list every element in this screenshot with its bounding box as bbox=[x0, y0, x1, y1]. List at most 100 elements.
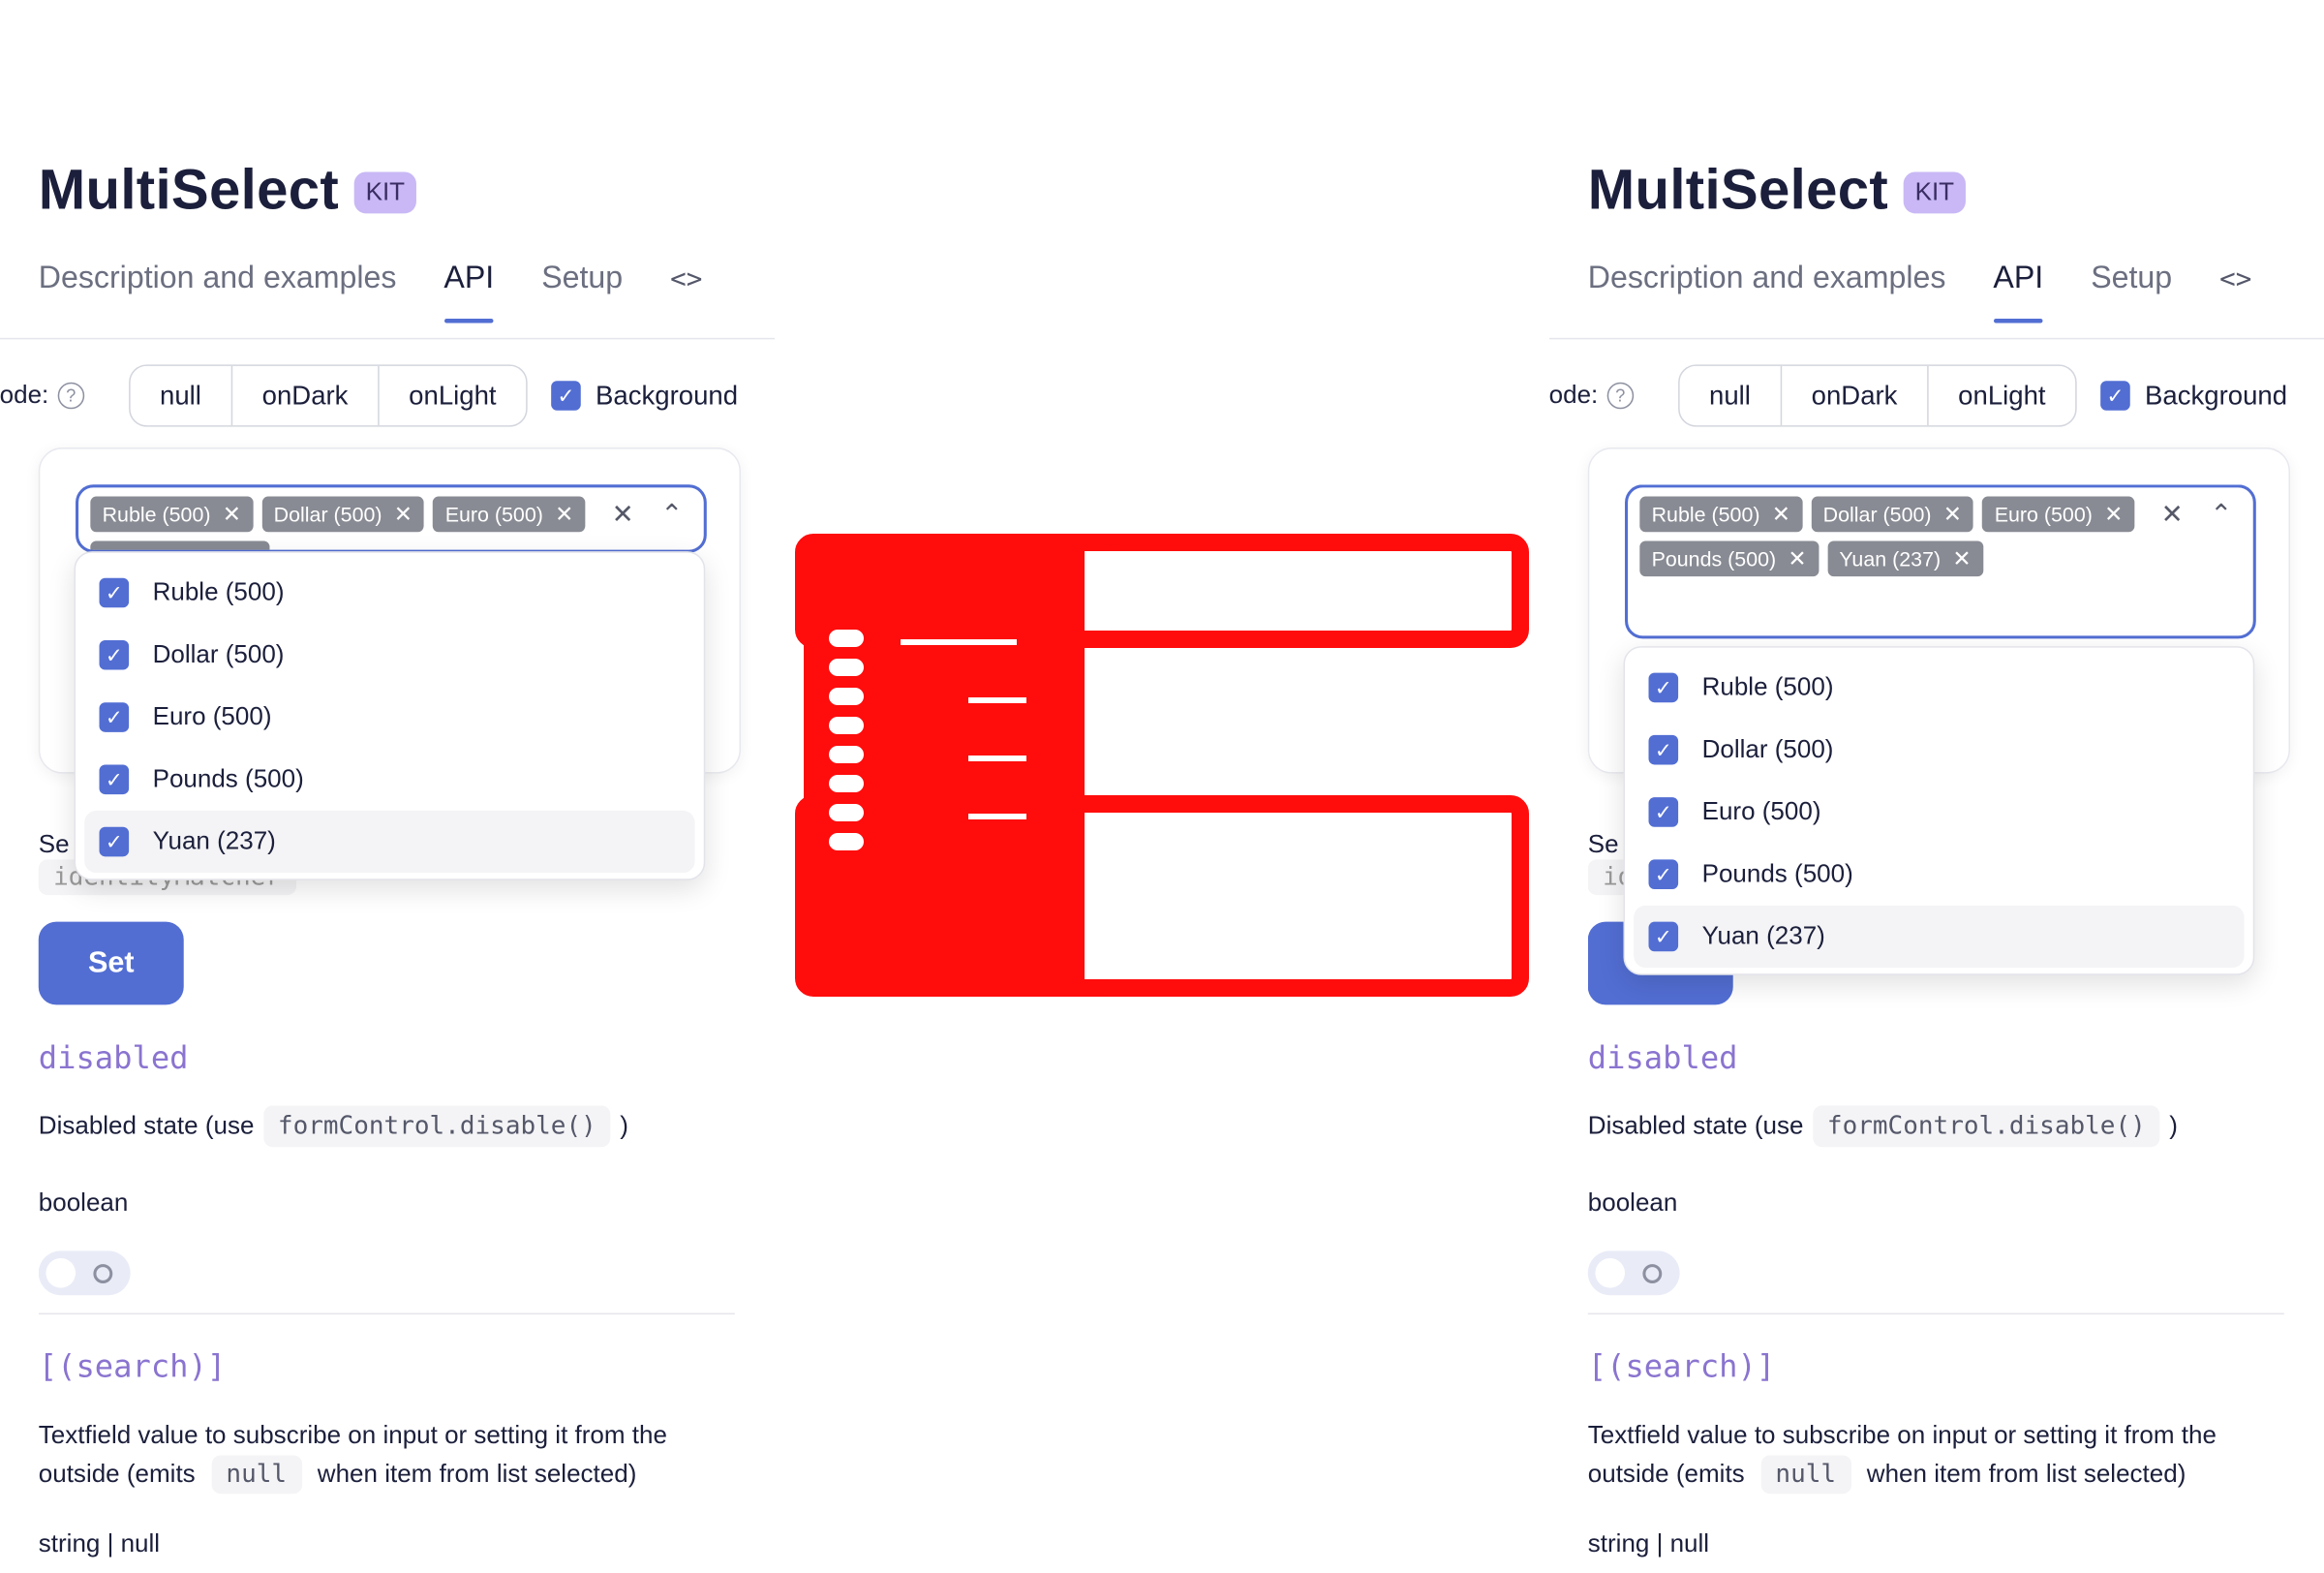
help-icon[interactable]: ? bbox=[57, 382, 85, 410]
option-dollar[interactable]: ✓ Dollar (500) bbox=[1634, 719, 2244, 781]
checkbox-checked-icon: ✓ bbox=[1648, 797, 1679, 827]
disabled-desc-code: formControl.disable() bbox=[262, 1105, 612, 1148]
chip-ruble: Ruble (500) ✕ bbox=[90, 496, 254, 533]
disabled-description: Disabled state (use formControl.disable(… bbox=[1587, 1105, 2178, 1148]
tab-setup[interactable]: Setup bbox=[541, 261, 623, 314]
options-dropdown: ✓ Ruble (500) ✓ Dollar (500) ✓ Euro (500) ✓… bbox=[74, 551, 706, 880]
chip-ruble: Ruble (500) ✕ bbox=[1639, 496, 1803, 533]
options-dropdown: ✓ Ruble (500) ✓ Dollar (500) ✓ Euro (500) ✓… bbox=[1623, 646, 2255, 975]
checkbox-checked-icon: ✓ bbox=[1648, 672, 1679, 703]
mode-option-ondark[interactable]: onDark bbox=[1782, 365, 1929, 426]
mode-label: lode: bbox=[1549, 381, 1599, 410]
code-icon[interactable]: <> bbox=[670, 263, 702, 312]
option-pounds[interactable]: ✓ Pounds (500) bbox=[1634, 844, 2244, 906]
chip-remove-icon[interactable]: ✕ bbox=[223, 501, 241, 528]
kit-badge: KIT bbox=[353, 170, 417, 213]
option-euro[interactable]: ✓ Euro (500) bbox=[84, 686, 694, 748]
tab-description[interactable]: Description and examples bbox=[39, 261, 397, 314]
checkbox-checked-icon: ✓ bbox=[99, 702, 130, 732]
option-yuan[interactable]: ✓ Yuan (237) bbox=[1634, 905, 2245, 969]
background-checkbox[interactable]: ✓ Background bbox=[551, 380, 738, 411]
prop-search: [(search)] bbox=[38, 1348, 227, 1385]
chip-remove-icon[interactable]: ✕ bbox=[2104, 501, 2123, 528]
kit-badge: KIT bbox=[1903, 170, 1967, 213]
search-desc-code: null bbox=[1760, 1455, 1851, 1495]
prop-search: [(search)] bbox=[1587, 1348, 1776, 1385]
clear-icon[interactable]: ✕ bbox=[612, 500, 634, 531]
toggle-off-icon bbox=[1642, 1264, 1663, 1283]
disabled-desc-code: formControl.disable() bbox=[1812, 1105, 2161, 1148]
multiselect-field[interactable]: Ruble (500)✕ Dollar (500)✕ Euro (500)✕ P… bbox=[1625, 484, 2256, 639]
page-title: MultiSelect bbox=[38, 160, 340, 223]
diff-overlay bbox=[795, 534, 1529, 997]
disabled-desc-tail: ) bbox=[2169, 1111, 2178, 1140]
mode-option-ondark[interactable]: onDark bbox=[232, 365, 380, 426]
chevron-up-icon[interactable]: ⌃ bbox=[660, 500, 683, 531]
chip-euro: Euro (500) ✕ bbox=[1982, 496, 2135, 533]
tab-api[interactable]: API bbox=[1993, 261, 2043, 324]
option-euro[interactable]: ✓ Euro (500) bbox=[1634, 781, 2244, 843]
background-checkbox[interactable]: ✓ Background bbox=[2100, 380, 2287, 411]
option-dollar[interactable]: ✓ Dollar (500) bbox=[84, 624, 694, 686]
background-label: Background bbox=[596, 380, 739, 411]
mode-segmented-control: null onDark onLight bbox=[1677, 364, 2077, 427]
disabled-type: boolean bbox=[1587, 1188, 1678, 1218]
option-ruble[interactable]: ✓ Ruble (500) bbox=[84, 562, 694, 624]
checkbox-checked-icon: ✓ bbox=[99, 764, 130, 795]
chip-remove-icon[interactable]: ✕ bbox=[1772, 501, 1790, 528]
tab-api[interactable]: API bbox=[443, 261, 494, 324]
search-type: string | null bbox=[38, 1528, 161, 1558]
mode-option-onlight[interactable]: onLight bbox=[1929, 366, 2076, 425]
search-description: Textfield value to subscribe on input or… bbox=[1588, 1417, 2284, 1495]
background-label: Background bbox=[2145, 380, 2288, 411]
mode-segmented-control: null onDark onLight bbox=[128, 364, 528, 427]
mode-option-null[interactable]: null bbox=[1679, 365, 1783, 426]
page-title: MultiSelect bbox=[1587, 160, 1889, 223]
checkbox-checked-icon: ✓ bbox=[1648, 921, 1679, 952]
prop-disabled: disabled bbox=[38, 1040, 189, 1076]
checkbox-checked-icon: ✓ bbox=[1648, 859, 1679, 889]
set-button[interactable]: Set bbox=[38, 921, 184, 1005]
chip-euro: Euro (500) ✕ bbox=[433, 496, 586, 533]
tab-setup[interactable]: Setup bbox=[2091, 261, 2172, 314]
clear-icon[interactable]: ✕ bbox=[2161, 500, 2184, 531]
section-divider bbox=[38, 1312, 735, 1315]
option-ruble[interactable]: ✓ Ruble (500) bbox=[1634, 657, 2244, 719]
disabled-desc-text: Disabled state (use bbox=[1587, 1111, 1804, 1140]
set-label: Se bbox=[1587, 829, 1619, 858]
search-desc-line1: Textfield value to subscribe on input or… bbox=[1587, 1421, 2217, 1450]
checkbox-checked-icon: ✓ bbox=[99, 577, 130, 608]
code-icon[interactable]: <> bbox=[2219, 263, 2251, 312]
chip-remove-icon[interactable]: ✕ bbox=[394, 501, 413, 528]
toggle-knob bbox=[46, 1257, 76, 1288]
tab-bar: Description and examples API Setup <> bbox=[39, 261, 703, 324]
chip-pounds: Pounds (500)✕ bbox=[1639, 540, 1819, 577]
chip-yuan: Yuan (237) ✕ bbox=[1827, 540, 1983, 577]
checkbox-checked-icon: ✓ bbox=[2100, 381, 2130, 411]
search-desc-text: outside (emits bbox=[1587, 1460, 1745, 1489]
chip-remove-icon[interactable]: ✕ bbox=[1943, 501, 1962, 528]
search-desc-text: outside (emits bbox=[38, 1460, 196, 1489]
tab-bar: Description and examples API Setup <> bbox=[1588, 261, 2251, 324]
chip-remove-icon[interactable]: ✕ bbox=[555, 501, 573, 528]
mode-option-onlight[interactable]: onLight bbox=[380, 366, 527, 425]
disabled-desc-text: Disabled state (use bbox=[38, 1111, 255, 1140]
prop-disabled: disabled bbox=[1587, 1040, 1738, 1076]
chip-remove-icon[interactable]: ✕ bbox=[1952, 545, 1971, 572]
help-icon[interactable]: ? bbox=[1606, 382, 1635, 410]
mode-option-null[interactable]: null bbox=[130, 365, 233, 426]
search-desc-tail: when item from list selected) bbox=[1866, 1460, 2186, 1489]
multiselect-field[interactable]: Ruble (500)✕ Dollar (500)✕ Euro (500)✕ P… bbox=[76, 484, 707, 553]
checkbox-checked-icon: ✓ bbox=[1648, 734, 1679, 765]
disabled-toggle[interactable] bbox=[38, 1250, 131, 1296]
tab-description[interactable]: Description and examples bbox=[1588, 261, 1946, 314]
search-type: string | null bbox=[1587, 1528, 1710, 1558]
checkbox-checked-icon: ✓ bbox=[551, 381, 581, 411]
disabled-toggle[interactable] bbox=[1587, 1250, 1680, 1296]
chip-remove-icon[interactable]: ✕ bbox=[1788, 545, 1806, 572]
set-label: Se bbox=[38, 829, 70, 858]
option-yuan[interactable]: ✓ Yuan (237) bbox=[84, 810, 695, 874]
chevron-up-icon[interactable]: ⌃ bbox=[2210, 500, 2232, 531]
option-pounds[interactable]: ✓ Pounds (500) bbox=[84, 749, 694, 811]
section-divider bbox=[1587, 1312, 2284, 1315]
